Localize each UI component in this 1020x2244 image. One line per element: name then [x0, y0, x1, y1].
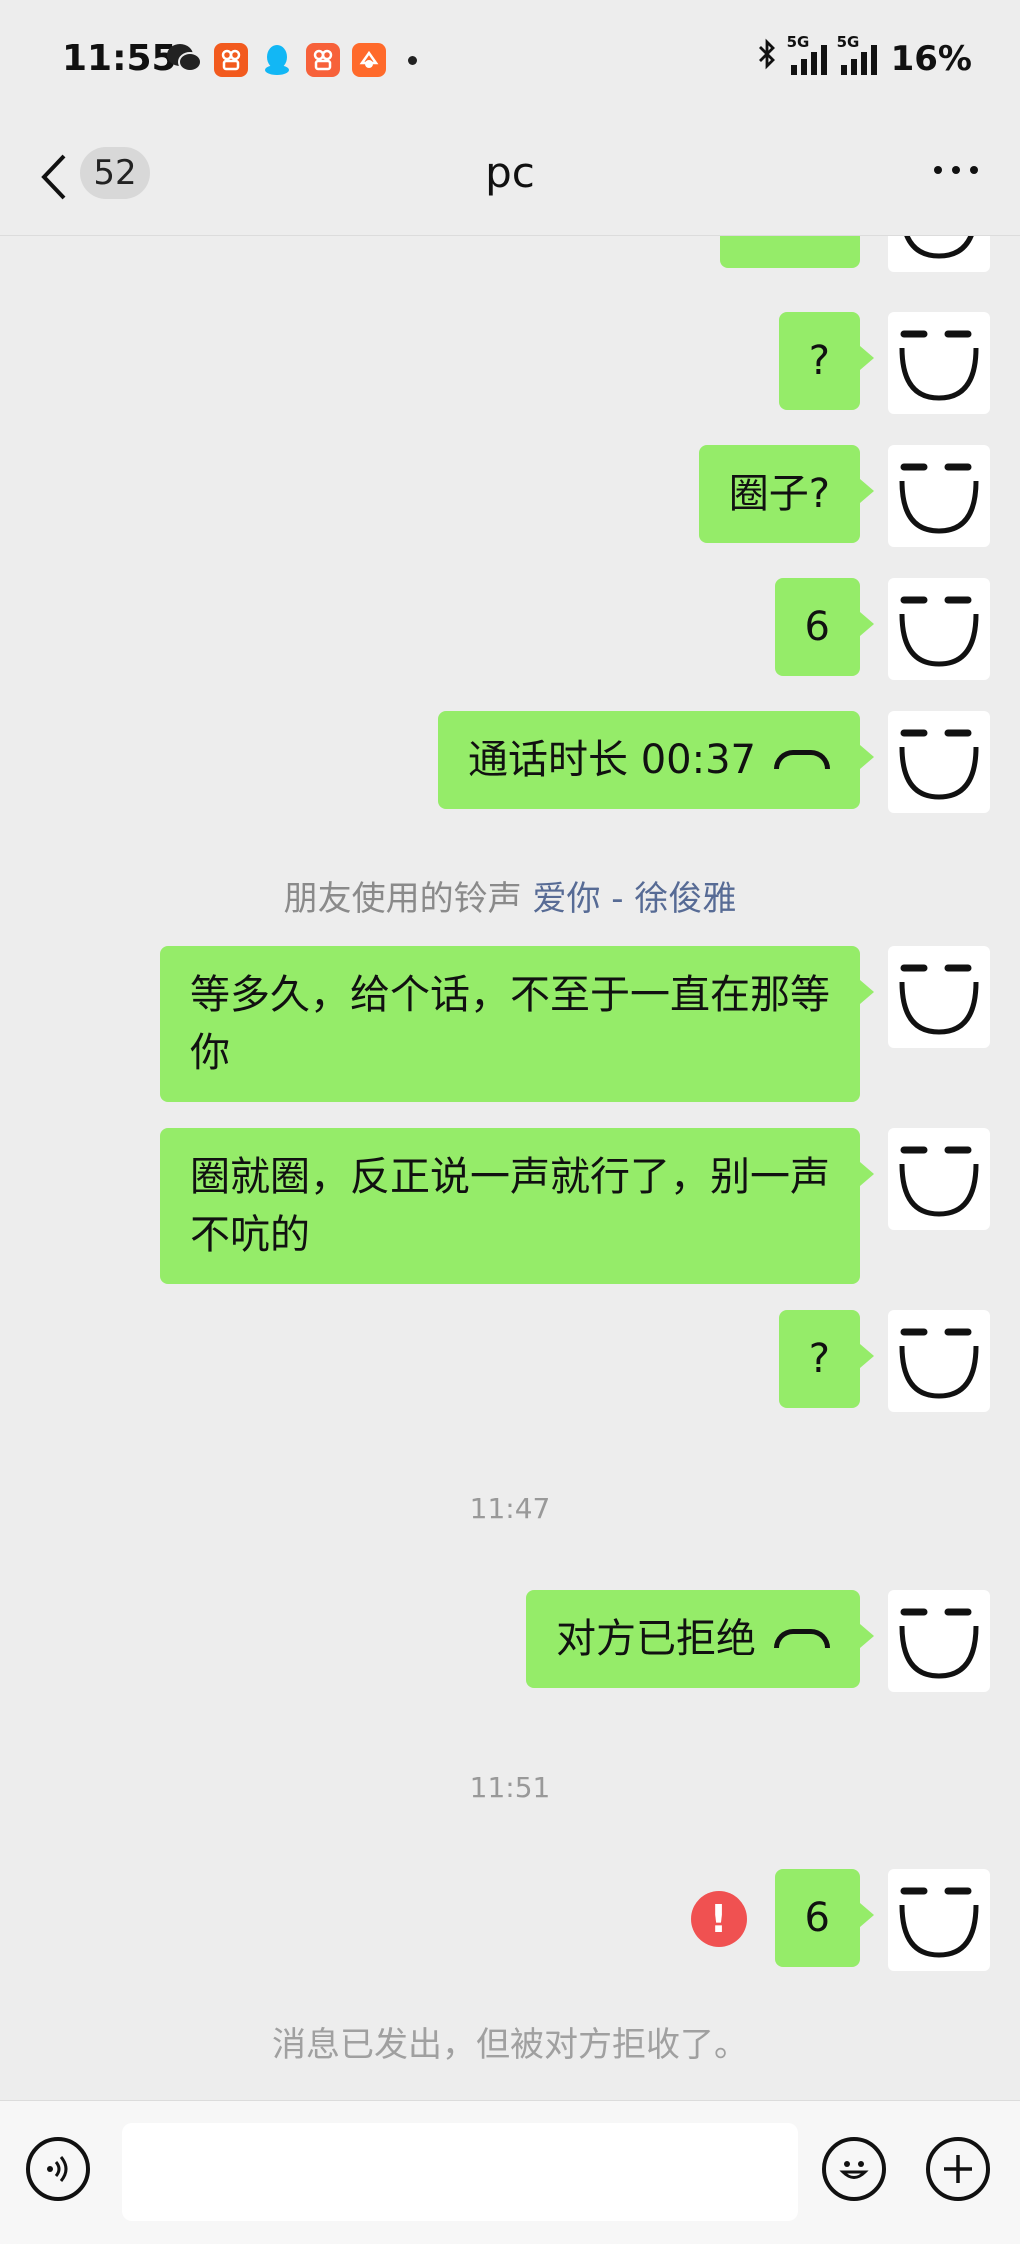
avatar[interactable]: [888, 946, 990, 1048]
call-duration-text: 通话时长 00:37: [468, 737, 756, 783]
message-row: 对方已拒绝: [526, 1590, 990, 1692]
bluetooth-icon: [757, 38, 777, 79]
emoji-icon[interactable]: [822, 2137, 886, 2201]
call-rejected-text: 对方已拒绝: [556, 1616, 756, 1662]
signal-icon-1: 5G: [787, 33, 827, 75]
message-timestamp: 11:47: [469, 1492, 551, 1525]
avatar[interactable]: [888, 1310, 990, 1412]
message-bubble[interactable]: 等多久，给个话，不至于一直在那等你: [160, 946, 874, 1102]
message-list[interactable]: 转吧 ? 圈子? 6 通话时长 00:37 朋友使用的铃声 爱你 - 徐俊雅 等…: [0, 236, 1020, 2100]
battery-level: 16%: [890, 38, 972, 79]
message-row: 转吧: [720, 236, 990, 272]
input-bar: [0, 2100, 1020, 2244]
signal-1-label: 5G: [786, 32, 810, 51]
call-rejected-bubble[interactable]: 对方已拒绝: [526, 1590, 874, 1688]
avatar[interactable]: [888, 236, 990, 272]
voice-icon[interactable]: [26, 2137, 90, 2201]
call-duration-bubble[interactable]: 通话时长 00:37: [438, 711, 874, 809]
signal-icon-2: 5G: [837, 33, 877, 75]
message-row: 圈就圈，反正说一声就行了，别一声不吭的: [160, 1128, 990, 1284]
kuaishou-lite-icon: [306, 43, 340, 77]
avatar[interactable]: [888, 1590, 990, 1692]
send-failed-icon[interactable]: !: [690, 1891, 747, 1947]
kuaishou-express-icon: [352, 43, 386, 77]
avatar[interactable]: [888, 1869, 990, 1971]
message-bubble[interactable]: ?: [778, 1310, 875, 1408]
more-dots-icon[interactable]: [932, 140, 980, 211]
message-row: ?: [778, 1310, 990, 1412]
phone-hangup-icon: [774, 749, 830, 769]
chat-title: pc: [485, 148, 535, 197]
avatar[interactable]: [888, 445, 990, 547]
status-app-icons: [166, 42, 417, 78]
message-bubble[interactable]: 6: [774, 578, 875, 676]
avatar[interactable]: [888, 312, 990, 414]
ringtone-notice-prefix: 朋友使用的铃声: [283, 879, 533, 919]
more-notifications-dot: [408, 55, 417, 65]
message-row: ! 6: [690, 1869, 990, 1971]
plus-icon[interactable]: [926, 2137, 990, 2201]
message-row: 6: [774, 578, 990, 680]
chat-header: 52 pc: [0, 120, 1020, 236]
message-bubble[interactable]: 6: [774, 1869, 875, 1967]
message-bubble[interactable]: 圈子?: [698, 445, 875, 543]
status-right: 5G 5G 16%: [757, 33, 972, 79]
message-bubble[interactable]: 转吧: [720, 236, 860, 268]
message-timestamp: 11:51: [469, 1771, 551, 1804]
avatar[interactable]: [888, 578, 990, 680]
signal-2-label: 5G: [836, 32, 860, 51]
rejected-notice: 消息已发出，但被对方拒收了。: [272, 2025, 748, 2065]
wechat-icon: [166, 42, 202, 78]
ringtone-song-link[interactable]: 爱你 - 徐俊雅: [532, 879, 736, 919]
avatar[interactable]: [888, 1128, 990, 1230]
ringtone-notice: 朋友使用的铃声 爱你 - 徐俊雅: [0, 871, 1020, 920]
avatar[interactable]: [888, 711, 990, 813]
phone-hangup-icon: [774, 1628, 830, 1648]
qq-icon: [260, 43, 294, 77]
message-bubble[interactable]: 圈就圈，反正说一声就行了，别一声不吭的: [160, 1128, 874, 1284]
message-row: 通话时长 00:37: [438, 711, 990, 813]
message-bubble[interactable]: ?: [778, 312, 875, 410]
status-bar: 11:55 5G 5G 16%: [0, 0, 1020, 120]
message-input[interactable]: [122, 2123, 798, 2221]
message-row: 圈子?: [698, 445, 990, 547]
message-row: ?: [778, 312, 990, 414]
kuaishou-icon: [214, 43, 248, 77]
message-row: 等多久，给个话，不至于一直在那等你: [160, 946, 990, 1102]
status-time: 11:55: [62, 38, 177, 79]
